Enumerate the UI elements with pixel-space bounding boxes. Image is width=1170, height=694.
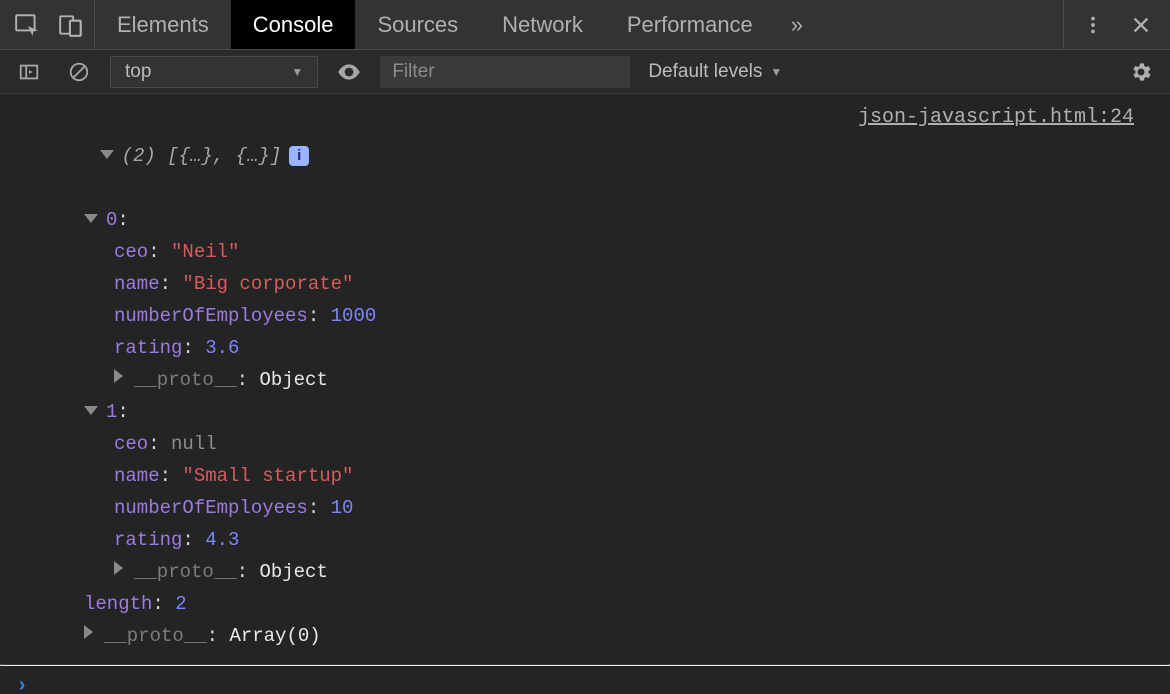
object-property-row: ceo: "Neil" [18,236,1152,268]
object-proto-row[interactable]: __proto__: Object [18,364,1152,396]
property-key: numberOfEmployees [114,305,308,327]
disclosure-closed-icon[interactable] [114,561,123,575]
object-property-row: rating: 3.6 [18,332,1152,364]
devtools-tabs: Elements Console Sources Network Perform… [95,0,815,49]
inspect-element-icon[interactable] [14,12,40,38]
object-index-row[interactable]: 0: [18,204,1152,236]
tab-more[interactable]: » [775,0,815,49]
object-property-row: name: "Big corporate" [18,268,1152,300]
property-key: numberOfEmployees [114,497,308,519]
object-index: 1 [106,401,117,423]
kebab-menu-icon[interactable] [1074,6,1112,44]
array-proto-value: Array(0) [229,625,320,647]
object-property-row: numberOfEmployees: 10 [18,492,1152,524]
chevron-down-icon: ▼ [770,65,782,79]
object-property-row: name: "Small startup" [18,460,1152,492]
property-value: 4.3 [205,529,239,551]
console-output: json-javascript.html:24 (2) [{…}, {…}]i … [0,94,1170,664]
array-proto-row[interactable]: __proto__: Array(0) [18,620,1152,652]
proto-key: __proto__ [134,369,237,391]
tab-performance[interactable]: Performance [605,0,775,49]
object-proto-value: Object [259,561,327,583]
object-index: 0 [106,209,117,231]
close-icon[interactable] [1122,6,1160,44]
property-value: 1000 [331,305,377,327]
disclosure-open-icon[interactable] [100,150,114,159]
property-value: "Big corporate" [182,273,353,295]
tab-elements[interactable]: Elements [95,0,231,49]
info-badge[interactable]: i [289,146,309,166]
property-value: 3.6 [205,337,239,359]
tabbar-right-tools [1053,0,1170,49]
property-key: name [114,465,160,487]
clear-console-icon[interactable] [60,53,98,91]
length-row: length: 2 [18,588,1152,620]
property-key: ceo [114,433,148,455]
live-expression-icon[interactable] [330,53,368,91]
filter-input[interactable] [380,56,630,88]
object-proto-row[interactable]: __proto__: Object [18,556,1152,588]
property-value: "Small startup" [182,465,353,487]
object-proto-value: Object [259,369,327,391]
tab-console[interactable]: Console [231,0,356,49]
context-selector-label: top [125,61,151,83]
property-key: rating [114,337,182,359]
property-key: name [114,273,160,295]
tab-sources[interactable]: Sources [355,0,480,49]
object-index-row[interactable]: 1: [18,396,1152,428]
object-property-row: numberOfEmployees: 1000 [18,300,1152,332]
chevron-down-icon: ▼ [291,65,303,79]
settings-gear-icon[interactable] [1122,53,1160,91]
property-key: rating [114,529,182,551]
disclosure-open-icon[interactable] [84,406,98,415]
property-value: "Neil" [171,241,239,263]
object-property-row: ceo: null [18,428,1152,460]
console-prompt[interactable]: › [0,666,1170,694]
log-levels-label: Default levels [648,61,762,83]
property-value: null [171,433,217,455]
tab-network[interactable]: Network [480,0,605,49]
property-key: ceo [114,241,148,263]
device-toolbar-icon[interactable] [58,12,84,38]
disclosure-closed-icon[interactable] [84,625,93,639]
proto-key: __proto__ [104,625,207,647]
source-link[interactable]: json-javascript.html:24 [858,106,1134,129]
disclosure-open-icon[interactable] [84,214,98,223]
divider [1063,0,1064,50]
context-selector[interactable]: top ▼ [110,56,318,88]
prompt-caret-icon: › [16,675,28,694]
log-summary-text: (2) [{…}, {…}] [122,145,282,167]
tabbar-left-tools [0,0,95,49]
object-property-row: rating: 4.3 [18,524,1152,556]
length-key: length [84,593,152,615]
console-toolbar: top ▼ Default levels ▼ [0,50,1170,94]
disclosure-closed-icon[interactable] [114,369,123,383]
devtools-tabbar: Elements Console Sources Network Perform… [0,0,1170,50]
log-levels-selector[interactable]: Default levels ▼ [642,61,782,83]
toggle-sidebar-icon[interactable] [10,53,48,91]
length-value: 2 [175,593,186,615]
property-value: 10 [331,497,354,519]
proto-key: __proto__ [134,561,237,583]
